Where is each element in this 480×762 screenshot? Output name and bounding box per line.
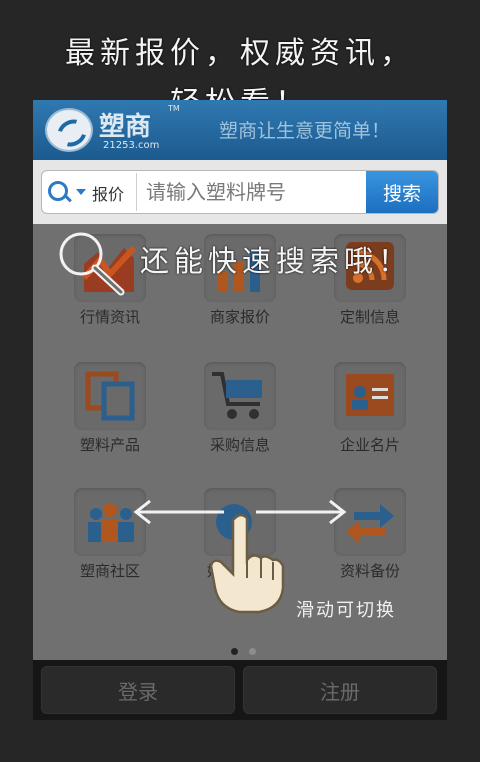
grid-item-purchase-info[interactable]: 采购信息 (185, 352, 295, 462)
search-bar: 报价 搜索 (33, 160, 447, 224)
chevron-down-icon (76, 189, 86, 195)
grid-item-label: 塑料产品 (79, 436, 140, 454)
shopping-cart-icon (204, 362, 276, 430)
logo-icon (45, 108, 93, 152)
grid-item-label: 行情资讯 (79, 308, 140, 326)
grid-item-label: 资料备份 (339, 562, 400, 580)
search-box: 报价 搜索 (41, 170, 439, 214)
logo-url: 21253.com (103, 140, 160, 151)
header-slogan: 塑商让生意更简单！ (219, 120, 391, 142)
search-icon (48, 181, 68, 201)
app-header: 塑商 TM 21253.com 塑商让生意更简单！ (33, 100, 447, 160)
search-category-dropdown[interactable]: 报价 (42, 171, 136, 213)
grid-item-label: 企业名片 (339, 436, 400, 454)
search-button[interactable]: 搜索 (366, 171, 438, 213)
register-button[interactable]: 注册 (243, 666, 437, 714)
search-input[interactable] (142, 171, 368, 213)
search-category-label: 报价 (92, 185, 125, 204)
page-indicator (228, 640, 259, 659)
bottom-bar: 登录 注册 (33, 660, 447, 720)
grid-item-business-card[interactable]: 企业名片 (315, 352, 425, 462)
grid-item-plastic-products[interactable]: 塑料产品 (55, 352, 165, 462)
business-card-icon (334, 362, 406, 430)
page-dot-active (231, 648, 238, 655)
app-screen: 塑商 TM 21253.com 塑商让生意更简单！ 报价 搜索 行情 (33, 100, 447, 720)
magnifier-icon (59, 232, 125, 296)
grid-item-label: 商家报价 (209, 308, 270, 326)
login-button[interactable]: 登录 (41, 666, 235, 714)
grid-item-label: 采购信息 (209, 436, 270, 454)
page-dot (249, 648, 257, 655)
search-divider (136, 173, 137, 211)
headline-line-1: 最新报价，权威资讯， (65, 36, 415, 71)
swipe-tip: 滑动可切换 (296, 600, 396, 621)
search-tip: 还能快速搜索哦！ (140, 244, 413, 278)
grid-item-label: 塑商社区 (79, 562, 140, 580)
hand-pointer-icon (209, 513, 285, 614)
grid-item-label: 定制信息 (339, 308, 400, 326)
plastic-products-icon (74, 362, 146, 430)
logo-name: 塑商 (99, 112, 152, 142)
logo-trademark: TM (168, 104, 180, 113)
